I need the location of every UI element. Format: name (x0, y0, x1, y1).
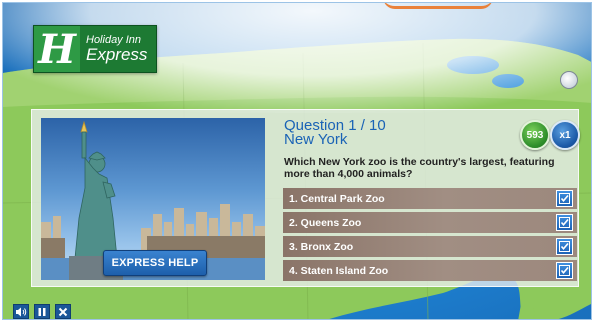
game-controls (13, 304, 71, 319)
checkbox-icon[interactable] (556, 238, 573, 255)
answer-option-1[interactable]: 1. Central Park Zoo (283, 188, 577, 209)
multiplier-badge: x1 (550, 120, 580, 150)
checkbox-icon[interactable] (556, 262, 573, 279)
answer-label: 1. Central Park Zoo (289, 192, 385, 205)
close-icon[interactable] (55, 304, 71, 319)
question-card: EXPRESS HELP Question 1 / 10 New York 59… (31, 109, 580, 287)
statue-of-liberty-image: EXPRESS HELP (41, 118, 265, 280)
logo-line2: Express (86, 45, 148, 64)
map-location-marker-icon (560, 71, 578, 89)
decorative-swoosh (383, 3, 493, 9)
answer-label: 2. Queens Zoo (289, 216, 362, 229)
answer-option-4[interactable]: 4. Staten Island Zoo (283, 260, 577, 281)
holiday-inn-express-logo: H Holiday Inn Express (33, 25, 157, 73)
answer-label: 3. Bronx Zoo (289, 240, 354, 253)
checkbox-icon[interactable] (556, 190, 573, 207)
express-help-button[interactable]: EXPRESS HELP (103, 250, 207, 276)
speaker-icon[interactable] (13, 304, 29, 319)
checkbox-icon[interactable] (556, 214, 573, 231)
answer-label: 4. Staten Island Zoo (289, 264, 389, 277)
pause-icon[interactable] (34, 304, 50, 319)
game-stage: H Holiday Inn Express EXPRESS HELP Quest… (2, 2, 592, 320)
score-badge: 593 (520, 120, 550, 150)
answer-option-2[interactable]: 2. Queens Zoo (283, 212, 577, 233)
logo-mark: H (34, 26, 80, 73)
logo-wordmark: Holiday Inn Express (80, 35, 148, 64)
question-location: New York (284, 131, 348, 148)
answer-option-3[interactable]: 3. Bronx Zoo (283, 236, 577, 257)
answer-list: 1. Central Park Zoo 2. Queens Zoo 3. Bro… (283, 188, 577, 284)
question-text: Which New York zoo is the country's larg… (284, 156, 555, 180)
